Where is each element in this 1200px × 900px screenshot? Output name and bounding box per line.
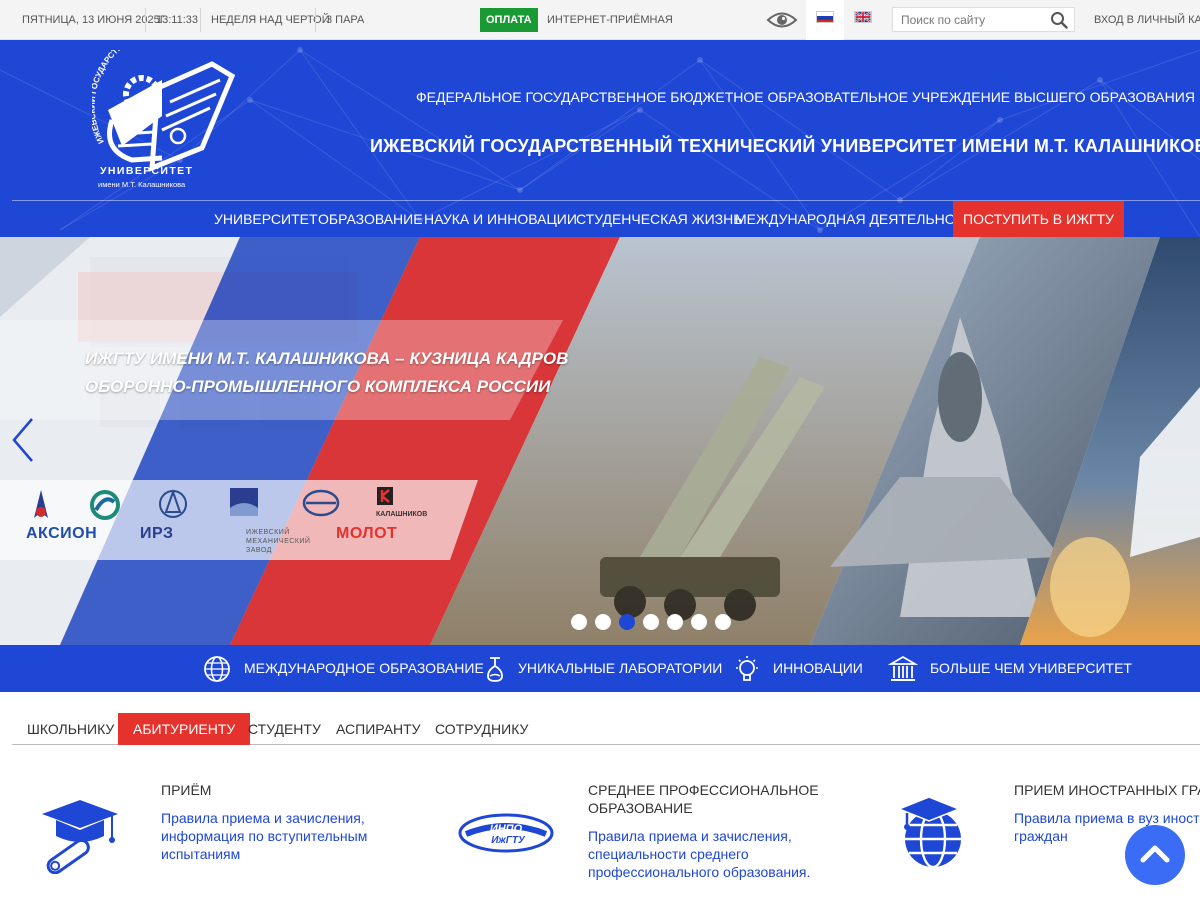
top-bar: ПЯТНИЦА, 13 ИЮНЯ 2025Г. 13:11:33 НЕДЕЛЯ … (0, 0, 1200, 40)
feature-unique-labs[interactable]: УНИКАЛЬНЫЕ ЛАБОРАТОРИИ (518, 645, 722, 692)
nav-item-international[interactable]: МЕЖДУНАРОДНАЯ ДЕЯТЕЛЬНОСТЬ (735, 201, 983, 237)
payment-button[interactable]: ОПЛАТА (480, 8, 538, 32)
nav-item-student-life[interactable]: СТУДЕНЧЕСКАЯ ЖИЗНЬ (576, 201, 742, 237)
nav-item-education[interactable]: ОБРАЗОВАНИЕ (318, 201, 423, 237)
feature-international-education[interactable]: МЕЖДУНАРОДНОЕ ОБРАЗОВАНИЕ (244, 645, 484, 692)
slide-background-image (0, 237, 1200, 645)
tab-applicants[interactable]: АБИТУРИЕНТУ (118, 713, 251, 745)
header-title[interactable]: ИЖЕВСКИЙ ГОСУДАРСТВЕННЫЙ ТЕХНИЧЕСКИЙ УНИ… (370, 136, 1200, 157)
divider (200, 8, 201, 32)
slider-dot-7[interactable] (715, 614, 731, 630)
scroll-to-top-button[interactable] (1125, 825, 1185, 885)
tab-postgraduates[interactable]: АСПИРАНТУ (336, 713, 421, 745)
globe-icon (204, 656, 230, 682)
feature-innovations[interactable]: ИННОВАЦИИ (773, 645, 863, 692)
partner-kalashnikov-label: КАЛАШНИКОВ (376, 511, 427, 518)
card-admission-text[interactable]: Правила приема и зачисления, информация … (161, 809, 367, 863)
inpo-logo-subtext: ИжГТУ (491, 835, 526, 846)
card-spo-title[interactable]: СРЕДНЕЕ ПРОФЕССИОНАЛЬНОЕ ОБРАЗОВАНИЕ (588, 781, 819, 817)
partner-molot-label: МОЛОТ (336, 525, 398, 542)
feature-strip: МЕЖДУНАРОДНОЕ ОБРАЗОВАНИЕ УНИКАЛЬНЫЕ ЛАБ… (0, 645, 1200, 692)
university-logo[interactable]: ИЖЕВСКИЙ ГОСУДАРСТВЕННЫЙ ТЕХНИЧЕСКИЙ УНИ… (92, 50, 242, 192)
card-spo-text[interactable]: Правила приема и зачисления, специальнос… (588, 827, 810, 881)
feature-more-than-university[interactable]: БОЛЬШЕ ЧЕМ УНИВЕРСИТЕТ (930, 645, 1132, 692)
partner-akson-label: АКСИОН (26, 525, 98, 542)
card-admission-text-line[interactable]: Правила приема и зачисления, (161, 809, 367, 827)
search-icon[interactable] (1050, 11, 1068, 29)
lesson-number: 3 ПАРА (326, 14, 365, 26)
flask-icon (487, 657, 503, 682)
audience-tabs: ШКОЛЬНИКУ АБИТУРИЕНТУ СТУДЕНТУ АСПИРАНТУ… (12, 713, 1200, 745)
slider-dot-1[interactable] (571, 614, 587, 630)
logo-university-word: УНИВЕРСИТЕТ (100, 165, 193, 177)
search-box (892, 7, 1075, 32)
partner-logo-square-icon (230, 488, 258, 516)
card-spo-title-line[interactable]: СРЕДНЕЕ ПРОФЕССИОНАЛЬНОЕ (588, 781, 819, 799)
slider-dot-3-active[interactable] (619, 614, 635, 630)
slider-dot-2[interactable] (595, 614, 611, 630)
partner-logos: КАЛАШНИКОВ АКСИОН ИРЗ ИЖЕВСКИЙ МЕХАНИЧЕС… (0, 480, 480, 562)
week-type: НЕДЕЛЯ НАД ЧЕРТОЙ (211, 14, 330, 26)
partner-logo-emblem-icon (159, 488, 187, 518)
internet-reception-link[interactable]: ИНТЕРНЕТ-ПРИЁМНАЯ (547, 0, 673, 40)
chevron-up-icon (1140, 845, 1170, 863)
personal-account-login-link[interactable]: ВХОД В ЛИЧНЫЙ КАБИНЕТ (1094, 0, 1200, 40)
card-spo-title-line[interactable]: ОБРАЗОВАНИЕ (588, 799, 819, 817)
card-admission-title[interactable]: ПРИЁМ (161, 781, 211, 799)
inpo-logo[interactable]: ИНПО ИжГТУ (458, 812, 554, 854)
inpo-logo-text: ИНПО (490, 823, 523, 835)
partner-logo-spiral-icon (90, 490, 120, 520)
card-foreign-title[interactable]: ПРИЕМ ИНОСТРАННЫХ ГРАЖДАН (1014, 781, 1200, 799)
card-admission-text-line[interactable]: информация по вступительным (161, 827, 367, 845)
card-spo-text-line[interactable]: специальности среднего (588, 845, 810, 863)
graduation-cap-icon[interactable] (38, 792, 120, 874)
tab-employees[interactable]: СОТРУДНИКУ (435, 713, 528, 745)
slider-prev-arrow-icon[interactable] (8, 417, 38, 463)
eye-icon[interactable] (766, 9, 798, 31)
current-time: 13:11:33 (156, 14, 199, 26)
nav-item-science[interactable]: НАУКА И ИННОВАЦИИ (424, 201, 577, 237)
partner-irz-label: ИРЗ (140, 525, 174, 542)
main-navigation: УНИВЕРСИТЕТ ОБРАЗОВАНИЕ НАУКА И ИННОВАЦИ… (12, 200, 1200, 237)
slide-caption-line-2: ОБОРОННО-ПРОМЫШЛЕННОГО КОМПЛЕКСА РОССИИ (85, 377, 551, 396)
slider-dot-6[interactable] (691, 614, 707, 630)
logo-name: имени М.Т. Калашникова (98, 180, 186, 189)
globe-cap-icon[interactable] (893, 795, 971, 873)
site-header: ИЖЕВСКИЙ ГОСУДАРСТВЕННЫЙ ТЕХНИЧЕСКИЙ УНИ… (0, 40, 1200, 237)
lightbulb-icon (736, 656, 758, 681)
card-spo-text-line[interactable]: профессионального образования. (588, 863, 810, 881)
partner-logo-rocket-icon (34, 490, 48, 518)
hero-slider[interactable]: ИжГТУ имени М.Т. КАЛАШНИКОВА – КУЗНИЦА К… (0, 237, 1200, 645)
slide-caption-line-1: ИжГТУ имени М.Т. КАЛАШНИКОВА – КУЗНИЦА К… (85, 349, 569, 368)
nav-item-university[interactable]: УНИВЕРСИТЕТ (214, 201, 318, 237)
partner-izhmash-label: ИЖЕВСКИЙ МЕХАНИЧЕСКИЙ ЗАВОД (246, 529, 311, 554)
lang-en-flag-icon[interactable] (854, 11, 872, 23)
slider-dot-5[interactable] (667, 614, 683, 630)
card-admission-text-line[interactable]: испытаниям (161, 845, 367, 863)
tab-students[interactable]: СТУДЕНТУ (248, 713, 321, 745)
card-spo-text-line[interactable]: Правила приема и зачисления, (588, 827, 810, 845)
partner-logo-kalashnikov: КАЛАШНИКОВ (376, 487, 427, 518)
nav-item-apply[interactable]: ПОСТУПИТЬ В ИЖГТУ (953, 201, 1125, 237)
partner-logo-oval-icon (302, 489, 340, 517)
slider-dot-4[interactable] (643, 614, 659, 630)
tab-schoolchildren[interactable]: ШКОЛЬНИКУ (27, 713, 114, 745)
search-input[interactable] (893, 8, 1043, 31)
building-icon (888, 655, 918, 681)
divider (145, 8, 146, 32)
slide-caption: ИжГТУ имени М.Т. КАЛАШНИКОВА – КУЗНИЦА К… (85, 345, 568, 401)
header-subtitle: ФЕДЕРАЛЬНОЕ ГОСУДАРСТВЕННОЕ БЮДЖЕТНОЕ ОБ… (416, 89, 1195, 105)
lang-ru-flag-icon[interactable] (816, 11, 834, 23)
divider (315, 8, 316, 32)
